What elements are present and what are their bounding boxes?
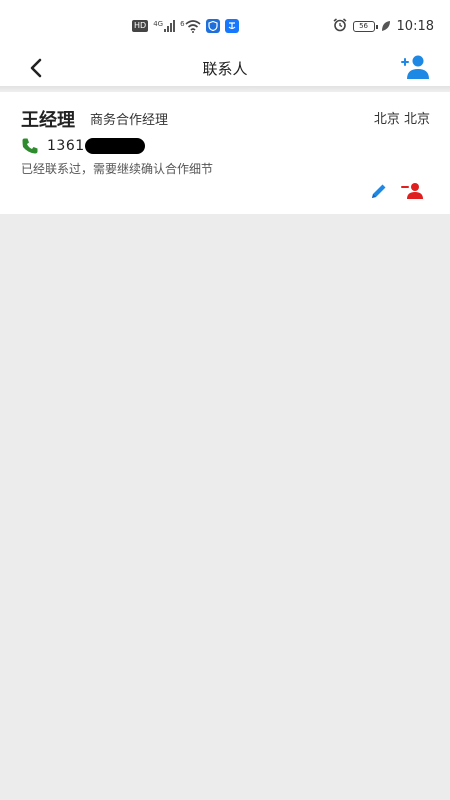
pencil-icon bbox=[372, 184, 386, 198]
remove-contact-button[interactable] bbox=[400, 180, 424, 202]
app-header: 联系人 bbox=[0, 50, 450, 86]
alarm-icon bbox=[333, 17, 347, 36]
phone-icon bbox=[22, 138, 38, 154]
status-bar: HD 4G 6 56 10:18 bbox=[0, 0, 450, 50]
wifi-icon: 6 bbox=[180, 20, 201, 33]
phone-number[interactable]: 1361 bbox=[47, 138, 145, 154]
add-person-icon bbox=[401, 55, 429, 79]
remove-person-icon bbox=[401, 183, 423, 199]
redaction-mark bbox=[85, 138, 145, 154]
leaf-icon bbox=[381, 17, 391, 36]
contact-note: 已经联系过，需要继续确认合作细节 bbox=[21, 162, 214, 176]
status-icons-left: HD 4G 6 bbox=[132, 16, 239, 36]
add-contact-button[interactable] bbox=[400, 52, 430, 82]
battery-icon: 56 bbox=[352, 20, 378, 32]
network-type-label: 4G bbox=[153, 20, 164, 28]
contact-name: 王经理 bbox=[21, 110, 75, 131]
contact-location: 北京 北京 bbox=[373, 112, 430, 127]
contact-position: 商务合作经理 bbox=[90, 113, 169, 128]
phone-row[interactable]: 1361 bbox=[21, 136, 145, 156]
edit-contact-button[interactable] bbox=[368, 180, 390, 202]
signal-icon: 4G bbox=[153, 20, 176, 32]
payment-app-icon bbox=[224, 19, 239, 33]
phone-number-visible: 1361 bbox=[47, 138, 85, 154]
status-icons-right: 56 10:18 bbox=[333, 16, 434, 36]
shield-app-icon bbox=[205, 19, 220, 33]
hd-indicator: HD bbox=[132, 20, 149, 32]
clock: 10:18 bbox=[396, 18, 434, 34]
battery-level: 56 bbox=[359, 22, 368, 30]
contact-card[interactable]: 王经理 商务合作经理 北京 北京 1361 已经联系过，需要继续确认合作细节 bbox=[0, 92, 450, 214]
page-title: 联系人 bbox=[202, 60, 248, 78]
